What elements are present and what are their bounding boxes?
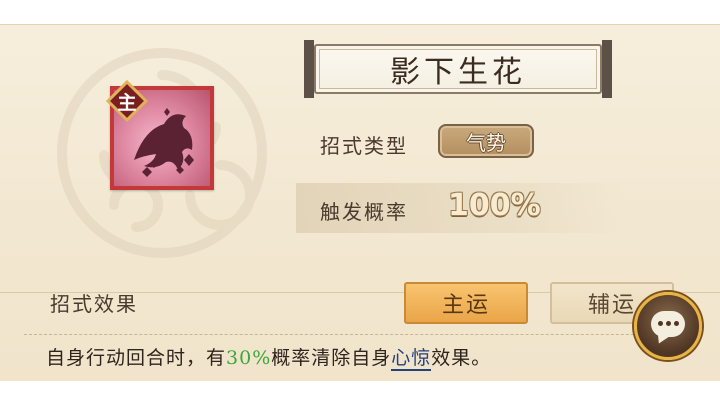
skill-name: 影下生花 bbox=[390, 55, 526, 90]
skill-type-tag: 气势 bbox=[438, 124, 534, 158]
main-badge-label: 主 bbox=[117, 91, 137, 114]
effect-keyword-link[interactable]: 心惊 bbox=[391, 347, 432, 371]
effect-percent: 30% bbox=[226, 347, 272, 369]
skill-title-plaque: 影下生花 bbox=[304, 40, 612, 98]
tab-main-fortune[interactable]: 主运 bbox=[404, 282, 528, 324]
title-cap-left bbox=[304, 40, 314, 98]
chat-bubble-icon bbox=[651, 311, 685, 337]
title-cap-right bbox=[602, 40, 612, 98]
effect-text-before: 自身行动回合时，有 bbox=[46, 347, 227, 369]
chat-button[interactable] bbox=[634, 292, 702, 360]
effect-section-label: 招式效果 bbox=[50, 292, 138, 316]
effect-text-after: 效果。 bbox=[431, 347, 492, 369]
trigger-rate-label: 触发概率 bbox=[320, 200, 408, 224]
trigger-rate-value: 100% bbox=[448, 188, 541, 223]
effect-description: 自身行动回合时，有30%概率清除自身心惊效果。 bbox=[46, 343, 492, 371]
skill-type-label: 招式类型 bbox=[320, 134, 408, 158]
effect-text-middle: 概率清除自身 bbox=[271, 347, 392, 369]
